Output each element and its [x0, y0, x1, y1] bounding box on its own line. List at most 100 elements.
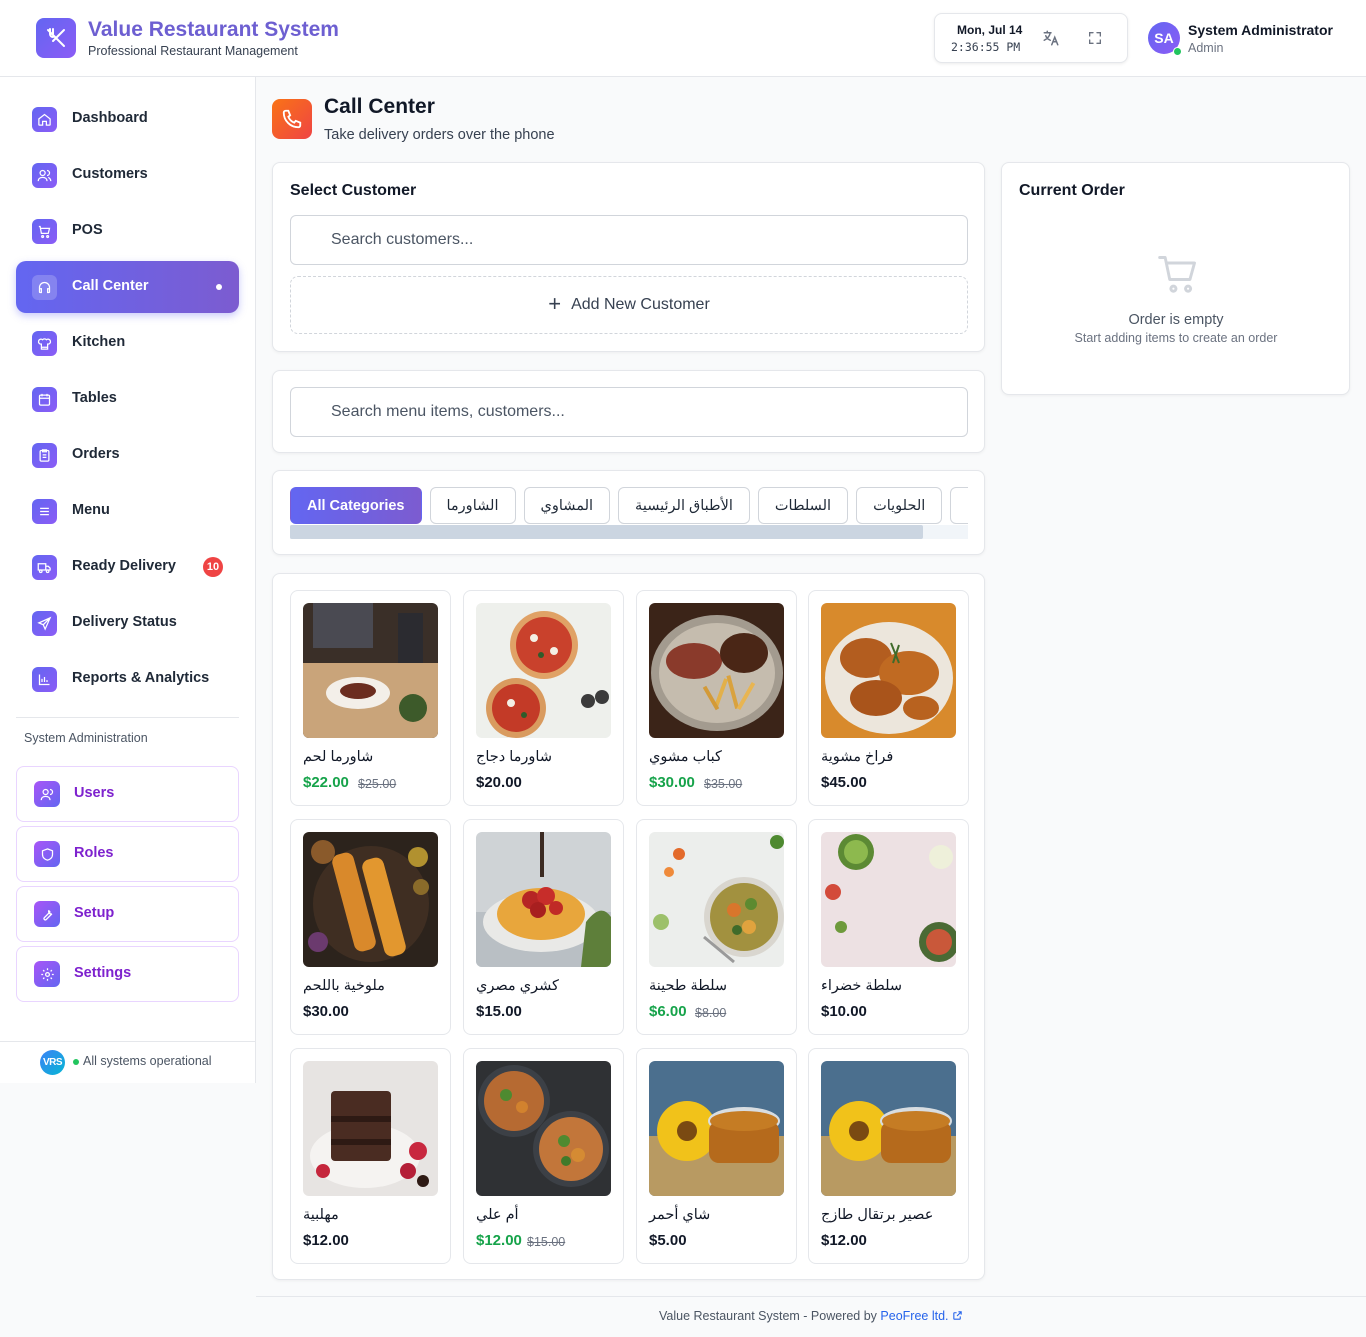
menu-item-image [821, 832, 956, 967]
category-main-dishes[interactable]: الأطباق الرئيسية [618, 487, 750, 524]
truck-icon [32, 555, 57, 580]
menu-item-name: كشري مصري [476, 978, 559, 994]
calendar-icon [32, 387, 57, 412]
menu-item-price: $30.00 [303, 1003, 349, 1020]
sidebar-item-dashboard[interactable]: Dashboard [16, 93, 239, 145]
menu-item-price: $20.00 [476, 774, 522, 791]
sidebar-item-call-center[interactable]: Call Center [16, 261, 239, 313]
sidebar: Dashboard Customers POS Call Center Kitc… [0, 77, 256, 1083]
delivery-count-badge: 10 [203, 557, 223, 577]
add-customer-label: Add New Customer [571, 296, 710, 313]
wrench-icon [34, 901, 60, 927]
menu-item-card[interactable]: عصير برتقال طازج $12.00 [808, 1048, 969, 1264]
category-scrollbar[interactable] [290, 525, 968, 539]
menu-item-card[interactable]: كشري مصري $15.00 [463, 819, 624, 1035]
translate-icon[interactable] [1041, 28, 1061, 48]
online-status-dot [1173, 47, 1182, 56]
status-dot [73, 1059, 79, 1065]
category-desserts[interactable]: الحلويات [856, 487, 943, 524]
sidebar-item-tables[interactable]: Tables [16, 373, 239, 425]
menu-item-old-price: $25.00 [358, 777, 397, 791]
category-drinks[interactable]: المشروبات [950, 487, 968, 524]
users-icon [32, 163, 57, 188]
menu-item-old-price: $35.00 [704, 777, 743, 791]
top-header: Value Restaurant System Professional Res… [0, 0, 1366, 77]
sidebar-divider [16, 717, 239, 718]
menu-item-name: سلطة خضراء [821, 978, 903, 994]
shield-icon [34, 841, 60, 867]
menu-item-card[interactable]: شاورما لحم $22.00 $25.00 [290, 590, 451, 806]
admin-item-label: Setup [74, 905, 115, 921]
sidebar-item-label: POS [72, 222, 103, 238]
admin-item-label: Roles [74, 845, 114, 861]
sidebar-item-ready-delivery[interactable]: Ready Delivery 10 [16, 541, 239, 593]
sidebar-item-kitchen[interactable]: Kitchen [16, 317, 239, 369]
menu-item-card[interactable]: فراخ مشوية $45.00 [808, 590, 969, 806]
admin-item-roles[interactable]: Roles [16, 826, 239, 882]
sidebar-item-label: Menu [72, 502, 110, 518]
current-order-card: Current Order Order is empty Start addin… [1001, 162, 1350, 395]
menu-item-image [649, 832, 784, 967]
menu-item-name: شاي أحمر [649, 1207, 711, 1223]
plus-icon: + [548, 290, 562, 316]
menu-item-card[interactable]: مهلبية $12.00 [290, 1048, 451, 1264]
user-name[interactable]: System Administrator [1188, 22, 1333, 38]
customer-search-input[interactable] [290, 215, 968, 265]
menu-item-name: أم علي [476, 1207, 519, 1223]
sidebar-item-pos[interactable]: POS [16, 205, 239, 257]
category-grills[interactable]: المشاوي [523, 487, 611, 524]
sidebar-item-delivery-status[interactable]: Delivery Status [16, 597, 239, 649]
fullscreen-icon[interactable] [1085, 28, 1105, 48]
menu-item-price: $10.00 [821, 1003, 867, 1020]
menu-item-price: $6.00 [649, 1003, 687, 1020]
category-salads[interactable]: السلطات [757, 487, 849, 524]
category-shawarma[interactable]: الشاورما [429, 487, 516, 524]
menu-item-card[interactable]: شاورما دجاج $20.00 [463, 590, 624, 806]
menu-item-card[interactable]: سلطة طحينة $6.00 $8.00 [636, 819, 797, 1035]
scrollbar-thumb[interactable] [290, 525, 923, 539]
admin-item-settings[interactable]: Settings [16, 946, 239, 1002]
cart-icon [32, 219, 57, 244]
sidebar-item-customers[interactable]: Customers [16, 149, 239, 201]
sidebar-item-label: Ready Delivery [72, 558, 176, 574]
menu-item-price: $5.00 [649, 1232, 687, 1249]
external-link-icon[interactable] [952, 1309, 963, 1323]
menu-item-card[interactable]: شاي أحمر $5.00 [636, 1048, 797, 1264]
menu-item-card[interactable]: ملوخية باللحم $30.00 [290, 819, 451, 1035]
admin-item-users[interactable]: Users [16, 766, 239, 822]
menu-item-price: $45.00 [821, 774, 867, 791]
footer-text: Value Restaurant System - Powered by [659, 1309, 877, 1323]
sidebar-item-orders[interactable]: Orders [16, 429, 239, 481]
page-footer: Value Restaurant System - Powered by Peo… [256, 1309, 1366, 1323]
utensils-icon [36, 18, 76, 58]
footer-divider [256, 1296, 1366, 1297]
menu-item-price: $12.00 [303, 1232, 349, 1249]
add-customer-button[interactable]: + Add New Customer [290, 276, 968, 334]
menu-item-card[interactable]: سلطة خضراء $10.00 [808, 819, 969, 1035]
clipboard-icon [32, 443, 57, 468]
menu-search-card [272, 370, 985, 453]
menu-item-name: شاورما دجاج [476, 749, 552, 765]
footer-link[interactable]: PeoFree ltd. [880, 1309, 948, 1323]
menu-item-name: شاورما لحم [303, 749, 374, 765]
menu-search-input[interactable] [290, 387, 968, 437]
sidebar-footer-divider [0, 1041, 255, 1042]
empty-cart-icon [1156, 251, 1200, 302]
select-customer-title: Select Customer [290, 182, 417, 199]
sidebar-item-reports[interactable]: Reports & Analytics [16, 653, 239, 705]
section-title: System Administration [24, 731, 148, 745]
app-subtitle: Professional Restaurant Management [88, 44, 298, 58]
sidebar-item-menu[interactable]: Menu [16, 485, 239, 537]
send-icon [32, 611, 57, 636]
sidebar-item-label: Delivery Status [72, 614, 177, 630]
menu-item-card[interactable]: أم علي $12.00 $15.00 [463, 1048, 624, 1264]
menu-item-image [476, 1061, 611, 1196]
menu-item-name: فراخ مشوية [821, 749, 894, 765]
clock-date: Mon, Jul 14 [957, 23, 1023, 37]
menu-item-image [476, 603, 611, 738]
menu-item-card[interactable]: كباب مشوي $30.00 $35.00 [636, 590, 797, 806]
category-all[interactable]: All Categories [290, 487, 422, 524]
admin-item-setup[interactable]: Setup [16, 886, 239, 942]
menu-item-name: كباب مشوي [649, 749, 722, 765]
menu-item-name: سلطة طحينة [649, 978, 728, 994]
